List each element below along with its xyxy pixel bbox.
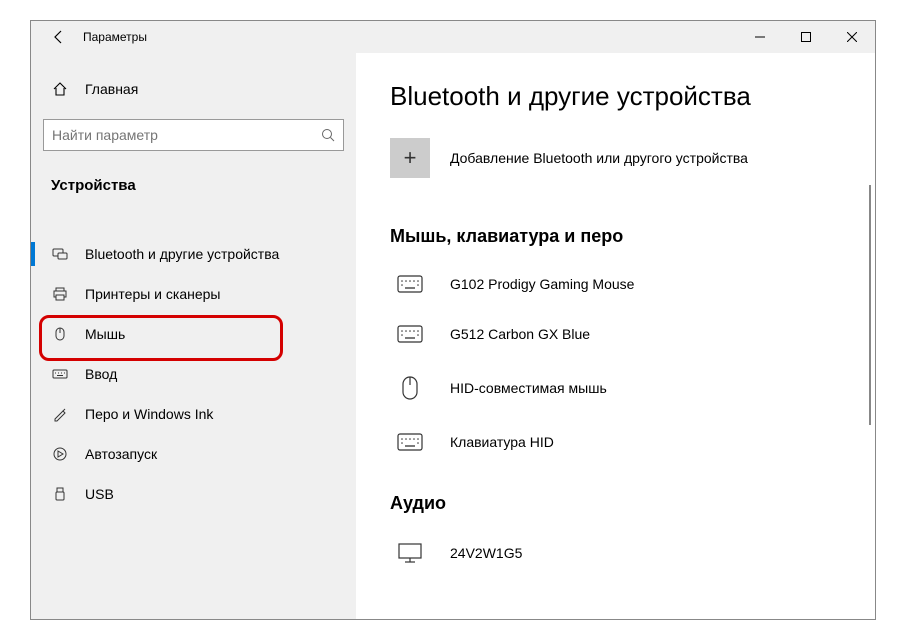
usb-icon: [51, 486, 69, 502]
main-area: Главная Устройства Bluetooth и другие ус…: [31, 53, 875, 619]
sidebar-item-printers[interactable]: Принтеры и сканеры: [31, 274, 356, 314]
section-header-input-devices: Мышь, клавиатура и перо: [390, 226, 875, 247]
sidebar-item-autoplay[interactable]: Автозапуск: [31, 434, 356, 474]
add-device-label: Добавление Bluetooth или другого устройс…: [450, 150, 748, 166]
sidebar-item-label: USB: [85, 486, 114, 502]
maximize-button[interactable]: [783, 22, 829, 52]
device-item[interactable]: 24V2W1G5: [390, 532, 875, 586]
mouse-icon: [390, 375, 430, 401]
plus-icon: +: [390, 138, 430, 178]
sidebar-item-label: Автозапуск: [85, 446, 157, 462]
keyboard-icon: [390, 325, 430, 343]
content-pane: Bluetooth и другие устройства + Добавлен…: [356, 53, 875, 619]
sidebar: Главная Устройства Bluetooth и другие ус…: [31, 53, 356, 619]
back-button[interactable]: [39, 22, 79, 52]
sidebar-item-label: Мышь: [85, 326, 125, 342]
section-header-audio: Аудио: [390, 493, 875, 514]
close-button[interactable]: [829, 22, 875, 52]
sidebar-item-usb[interactable]: USB: [31, 474, 356, 514]
sidebar-item-label: Перо и Windows Ink: [85, 406, 213, 422]
device-item[interactable]: HID-совместимая мышь: [390, 365, 875, 423]
search-input[interactable]: [52, 127, 321, 143]
sidebar-item-label: Bluetooth и другие устройства: [85, 246, 279, 262]
pen-icon: [51, 406, 69, 422]
page-title: Bluetooth и другие устройства: [390, 81, 875, 112]
device-label: G102 Prodigy Gaming Mouse: [450, 276, 634, 292]
device-label: Клавиатура HID: [450, 434, 554, 450]
settings-window: Параметры Главная: [30, 20, 876, 620]
sidebar-item-pen[interactable]: Перо и Windows Ink: [31, 394, 356, 434]
bluetooth-devices-icon: [51, 246, 69, 262]
home-label: Главная: [85, 81, 138, 97]
device-item[interactable]: G512 Carbon GX Blue: [390, 315, 875, 365]
search-container: [43, 119, 344, 151]
search-box[interactable]: [43, 119, 344, 151]
mouse-icon: [51, 326, 69, 342]
search-icon: [321, 128, 335, 142]
keyboard-icon: [51, 366, 69, 382]
category-header: Устройства: [31, 169, 356, 206]
home-icon: [51, 81, 69, 97]
home-button[interactable]: Главная: [31, 73, 356, 105]
device-label: 24V2W1G5: [450, 545, 522, 561]
window-title: Параметры: [83, 30, 147, 44]
device-item[interactable]: G102 Prodigy Gaming Mouse: [390, 265, 875, 315]
minimize-button[interactable]: [737, 22, 783, 52]
sidebar-item-mouse[interactable]: Мышь: [31, 314, 356, 354]
device-label: G512 Carbon GX Blue: [450, 326, 590, 342]
sidebar-item-label: Ввод: [85, 366, 117, 382]
keyboard-icon: [390, 275, 430, 293]
titlebar: Параметры: [31, 21, 875, 53]
titlebar-controls: [737, 22, 875, 52]
monitor-icon: [390, 542, 430, 564]
printer-icon: [51, 286, 69, 302]
device-label: HID-совместимая мышь: [450, 380, 607, 396]
sidebar-item-bluetooth[interactable]: Bluetooth и другие устройства: [31, 234, 356, 274]
sidebar-item-typing[interactable]: Ввод: [31, 354, 356, 394]
keyboard-icon: [390, 433, 430, 451]
add-device-button[interactable]: + Добавление Bluetooth или другого устро…: [390, 138, 875, 178]
scrollbar[interactable]: [869, 185, 871, 425]
device-item[interactable]: Клавиатура HID: [390, 423, 875, 473]
sidebar-item-label: Принтеры и сканеры: [85, 286, 220, 302]
autoplay-icon: [51, 446, 69, 462]
